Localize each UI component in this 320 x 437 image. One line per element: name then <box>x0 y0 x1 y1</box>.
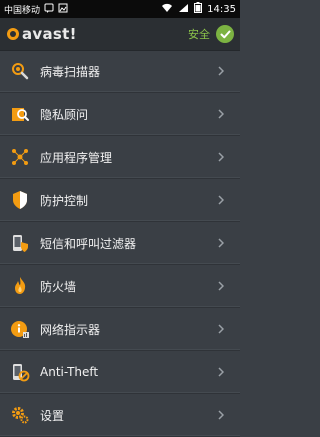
check-icon <box>216 25 234 43</box>
menu-item-label: 短信和呼叫过滤器 <box>40 236 137 251</box>
chevron-right-icon <box>216 409 226 421</box>
menu-item-label: Anti-Theft <box>40 365 99 379</box>
menu-item-label: 设置 <box>40 408 65 423</box>
chevron-right-icon <box>216 108 226 120</box>
menu-item-label: 防火墙 <box>40 279 77 294</box>
anti-theft-icon <box>10 362 30 382</box>
privacy-advisor-icon <box>10 104 30 124</box>
chevron-right-icon <box>216 323 226 335</box>
menu-item-firewall[interactable]: 防火墙 <box>0 265 240 308</box>
shield-control-icon <box>10 190 30 210</box>
virus-scanner-icon <box>10 61 30 81</box>
menu-item-label: 防护控制 <box>40 193 89 208</box>
menu-item-sms-call-filter[interactable]: 短信和呼叫过滤器 <box>0 222 240 265</box>
settings-gear-icon <box>10 405 30 425</box>
wifi-icon <box>161 3 173 16</box>
chevron-right-icon <box>216 237 226 249</box>
security-status-label: 安全 <box>188 28 210 41</box>
clock: 14:35 <box>207 3 236 15</box>
battery-icon <box>194 2 203 16</box>
security-status[interactable]: 安全 <box>188 25 240 43</box>
menu-item-settings[interactable]: 设置 <box>0 394 240 437</box>
main-menu: 病毒扫描器 隐私顾问 应用程序管理 防护控制 短信和呼叫过滤器 防火墙 网络指示… <box>0 50 240 437</box>
chevron-right-icon <box>216 194 226 206</box>
menu-item-virus-scanner[interactable]: 病毒扫描器 <box>0 50 240 93</box>
signal-icon <box>178 3 189 16</box>
menu-item-anti-theft[interactable]: Anti-Theft <box>0 351 240 394</box>
chevron-right-icon <box>216 366 226 378</box>
menu-item-label: 隐私顾问 <box>40 107 89 122</box>
image-notification-icon <box>58 3 68 16</box>
network-meter-icon <box>10 319 30 339</box>
app-manager-icon <box>10 147 30 167</box>
avast-logo: avast! <box>0 25 77 43</box>
notification-icon <box>44 3 54 16</box>
chevron-right-icon <box>216 280 226 292</box>
chevron-right-icon <box>216 151 226 163</box>
avast-orb-icon <box>7 28 19 40</box>
menu-item-app-manager[interactable]: 应用程序管理 <box>0 136 240 179</box>
menu-item-label: 网络指示器 <box>40 322 101 337</box>
app-header: avast! 安全 <box>0 18 240 51</box>
menu-item-shield-control[interactable]: 防护控制 <box>0 179 240 222</box>
chevron-right-icon <box>216 65 226 77</box>
firewall-icon <box>10 276 30 296</box>
carrier-label: 中国移动 <box>4 5 41 16</box>
sms-call-filter-icon <box>10 233 30 253</box>
menu-item-network-meter[interactable]: 网络指示器 <box>0 308 240 351</box>
logo-text: avast! <box>22 25 77 43</box>
menu-item-label: 应用程序管理 <box>40 150 113 165</box>
menu-item-label: 病毒扫描器 <box>40 64 101 79</box>
status-bar: 中国移动 14:35 <box>0 0 240 18</box>
menu-item-privacy-advisor[interactable]: 隐私顾问 <box>0 93 240 136</box>
